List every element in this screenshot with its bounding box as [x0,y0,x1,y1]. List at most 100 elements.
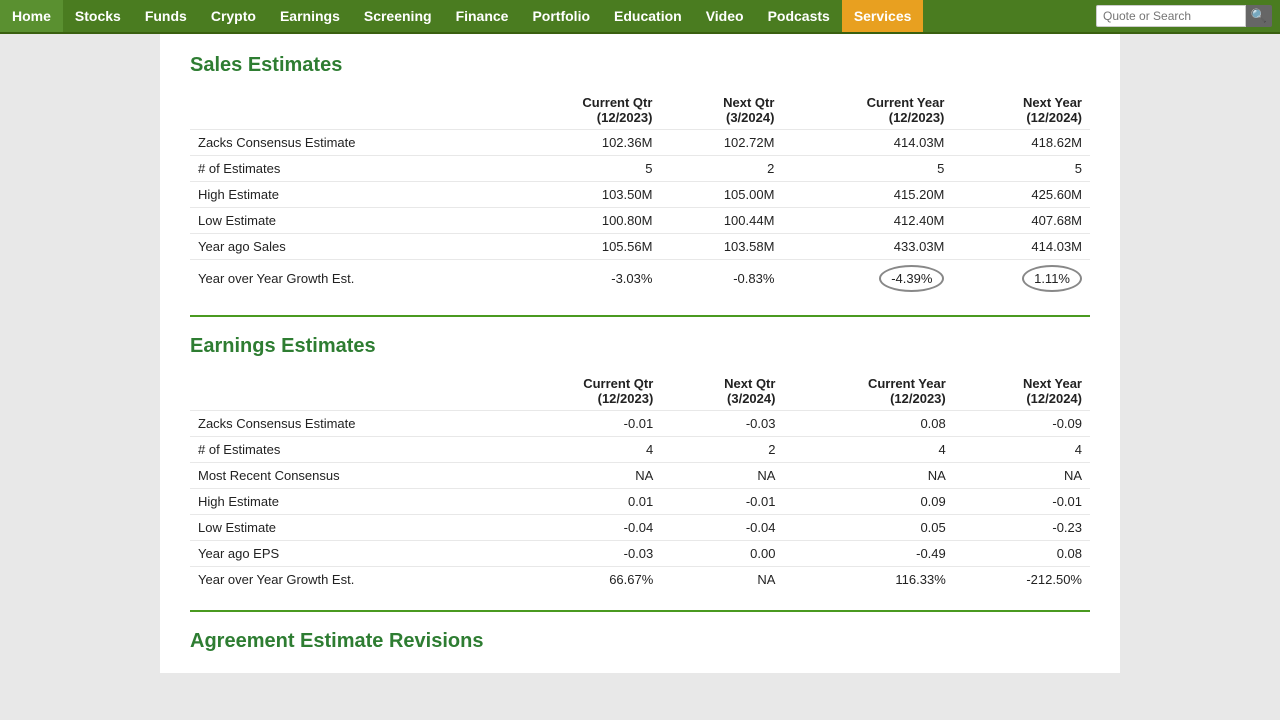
nav-finance[interactable]: Finance [444,0,521,32]
nav-funds[interactable]: Funds [133,0,199,32]
earnings-col-next-year: Next Year (12/2024) [954,372,1090,411]
circled-value: -4.39% [879,265,944,292]
nav-services[interactable]: Services [842,0,924,32]
table-cell: -3.03% [504,260,660,298]
table-cell: 5 [782,156,952,182]
table-cell: 102.72M [660,130,782,156]
table-cell: 414.03M [782,130,952,156]
search-button[interactable]: 🔍 [1246,5,1272,27]
table-cell: 4 [783,437,953,463]
table-row: Year ago EPS-0.030.00-0.490.08 [190,541,1090,567]
table-cell: -0.01 [661,489,783,515]
table-cell: 5 [504,156,660,182]
sales-col-label [190,91,504,130]
sales-col-next-qtr: Next Qtr (3/2024) [660,91,782,130]
circled-value: 1.11% [1022,265,1082,292]
table-row: Zacks Consensus Estimate102.36M102.72M41… [190,130,1090,156]
table-row: Most Recent ConsensusNANANANA [190,463,1090,489]
table-cell: Low Estimate [190,208,504,234]
nav-education[interactable]: Education [602,0,694,32]
earnings-col-next-qtr: Next Qtr (3/2024) [661,372,783,411]
table-cell: 105.00M [660,182,782,208]
table-row: Zacks Consensus Estimate-0.01-0.030.08-0… [190,411,1090,437]
search-area: 🔍 [1088,0,1280,32]
table-cell: 103.50M [504,182,660,208]
sales-estimates-title: Sales Estimates [190,54,1090,77]
table-cell: 0.00 [661,541,783,567]
nav-earnings[interactable]: Earnings [268,0,352,32]
table-cell: 105.56M [504,234,660,260]
table-cell: NA [505,463,661,489]
table-cell: Year over Year Growth Est. [190,260,504,298]
nav-crypto[interactable]: Crypto [199,0,268,32]
earnings-col-current-qtr: Current Qtr (12/2023) [505,372,661,411]
table-cell: 2 [661,437,783,463]
table-cell: 4 [505,437,661,463]
table-row: Year ago Sales105.56M103.58M433.03M414.0… [190,234,1090,260]
table-cell: NA [954,463,1090,489]
table-cell: High Estimate [190,182,504,208]
table-cell: -212.50% [954,567,1090,593]
table-cell: Year over Year Growth Est. [190,567,505,593]
table-cell: -0.09 [954,411,1090,437]
sales-col-current-year: Current Year (12/2023) [782,91,952,130]
search-input[interactable] [1096,5,1246,27]
section-divider-2 [190,610,1090,612]
table-cell: NA [661,463,783,489]
table-cell: 116.33% [783,567,953,593]
table-cell: 418.62M [952,130,1090,156]
earnings-estimates-title: Earnings Estimates [190,335,1090,358]
table-row: Low Estimate-0.04-0.040.05-0.23 [190,515,1090,541]
table-cell: -0.03 [505,541,661,567]
nav-home[interactable]: Home [0,0,63,32]
nav-stocks[interactable]: Stocks [63,0,133,32]
sales-col-current-qtr: Current Qtr (12/2023) [504,91,660,130]
table-cell: -0.49 [783,541,953,567]
table-cell: 2 [660,156,782,182]
table-cell: 412.40M [782,208,952,234]
table-cell: 415.20M [782,182,952,208]
table-cell: # of Estimates [190,437,505,463]
earnings-col-current-year: Current Year (12/2023) [783,372,953,411]
table-cell: -0.04 [505,515,661,541]
table-row: High Estimate103.50M105.00M415.20M425.60… [190,182,1090,208]
table-cell: 414.03M [952,234,1090,260]
nav-podcasts[interactable]: Podcasts [756,0,842,32]
sales-estimates-section: Sales Estimates Current Qtr (12/2023) Ne… [190,54,1090,297]
table-cell: 407.68M [952,208,1090,234]
table-cell: High Estimate [190,489,505,515]
table-row: High Estimate0.01-0.010.09-0.01 [190,489,1090,515]
table-cell: -0.03 [661,411,783,437]
table-cell: 433.03M [782,234,952,260]
table-cell: 5 [952,156,1090,182]
sales-estimates-table: Current Qtr (12/2023) Next Qtr (3/2024) … [190,91,1090,297]
table-cell: -0.83% [660,260,782,298]
table-cell: Year ago EPS [190,541,505,567]
table-cell: 103.58M [660,234,782,260]
section-divider-1 [190,315,1090,317]
table-row: Year over Year Growth Est.66.67%NA116.33… [190,567,1090,593]
table-row: Year over Year Growth Est.-3.03%-0.83% -4… [190,260,1090,298]
table-cell: -0.01 [954,489,1090,515]
earnings-estimates-table: Current Qtr (12/2023) Next Qtr (3/2024) … [190,372,1090,592]
nav-screening[interactable]: Screening [352,0,444,32]
table-cell: 66.67% [505,567,661,593]
table-cell: 100.44M [660,208,782,234]
main-nav: Home Stocks Funds Crypto Earnings Screen… [0,0,1280,34]
table-cell: 425.60M [952,182,1090,208]
sales-col-next-year: Next Year (12/2024) [952,91,1090,130]
table-cell: Zacks Consensus Estimate [190,130,504,156]
table-cell: Zacks Consensus Estimate [190,411,505,437]
table-row: Low Estimate100.80M100.44M412.40M407.68M [190,208,1090,234]
table-cell: -0.04 [661,515,783,541]
table-cell: # of Estimates [190,156,504,182]
table-cell: 4 [954,437,1090,463]
table-row: # of Estimates5255 [190,156,1090,182]
nav-portfolio[interactable]: Portfolio [520,0,602,32]
table-cell: 0.08 [954,541,1090,567]
table-cell: 1.11% [952,260,1090,298]
table-cell: Year ago Sales [190,234,504,260]
table-cell: Low Estimate [190,515,505,541]
table-cell: NA [783,463,953,489]
nav-video[interactable]: Video [694,0,756,32]
